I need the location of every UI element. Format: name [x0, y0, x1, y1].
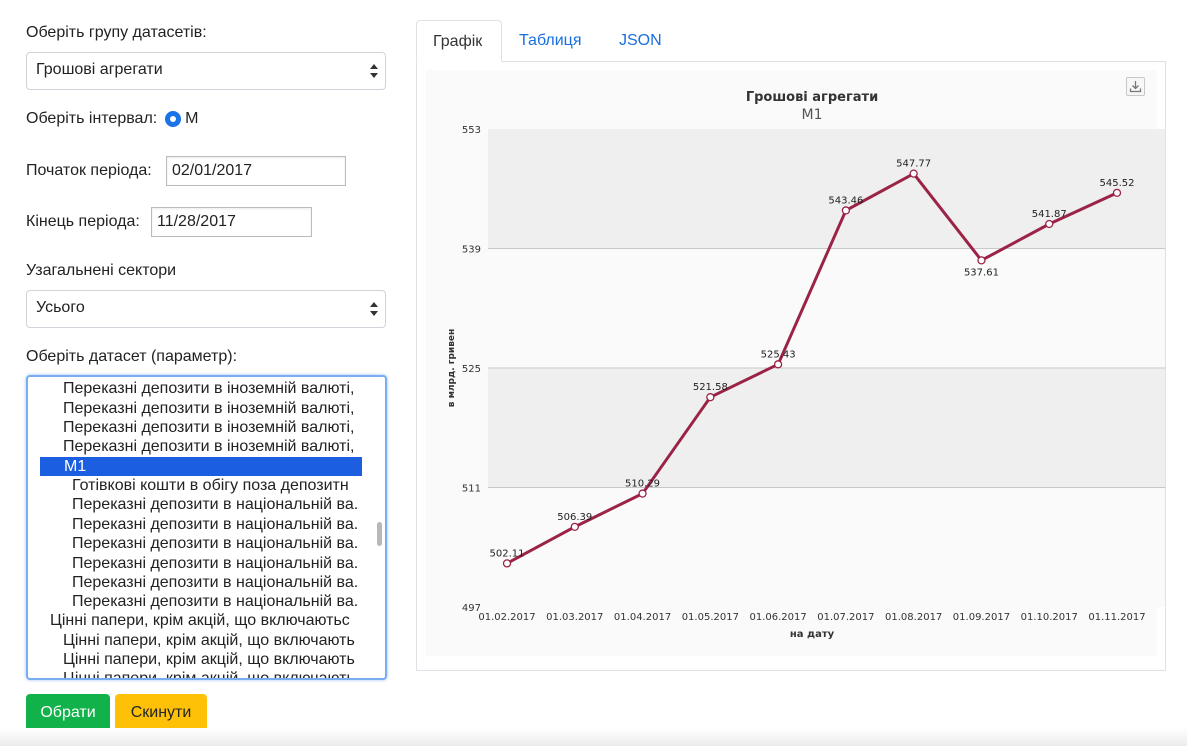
download-icon[interactable] — [1126, 77, 1145, 96]
dataset-option[interactable]: Переказні депозити в національній ва. — [72, 573, 358, 592]
dataset-option[interactable]: Переказні депозити в іноземній валюті, — [63, 379, 354, 398]
start-label: Початок періода: — [26, 162, 152, 179]
dataset-option[interactable]: Переказні депозити в національній ва. — [72, 495, 358, 514]
tab-chart[interactable]: Графік — [416, 20, 502, 62]
bottom-shadow — [0, 728, 1187, 746]
dataset-option[interactable]: Переказні депозити в іноземній валюті, — [63, 437, 354, 456]
start-date-input[interactable]: 02/01/2017 — [166, 156, 346, 186]
dataset-option[interactable]: Переказні депозити в національній ва. — [72, 515, 358, 534]
dataset-option[interactable]: Переказні депозити в іноземній валюті, — [63, 418, 354, 437]
reset-button[interactable]: Скинути — [115, 694, 207, 732]
dataset-option[interactable]: Переказні депозити в національній ва. — [72, 554, 358, 573]
interval-label: Оберіть інтервал: М — [26, 110, 199, 127]
interval-radio-icon[interactable] — [164, 110, 181, 127]
group-select-value: Грошові агрегати — [36, 61, 163, 78]
dataset-option[interactable]: Переказні депозити в національній ва. — [72, 534, 358, 553]
sectors-select[interactable]: Усього — [26, 290, 386, 328]
dataset-option[interactable]: Цінні папери, крім акцій, що включають — [63, 631, 355, 650]
chart-background — [426, 70, 1157, 656]
chart-panel — [416, 61, 1166, 671]
dataset-option[interactable]: Переказні депозити в національній ва. — [72, 592, 358, 611]
sectors-label: Узагальнені сектори — [26, 262, 177, 279]
interval-option-label: М — [185, 110, 199, 127]
updown-arrows-icon — [370, 64, 378, 78]
sectors-select-value: Усього — [36, 299, 85, 316]
updown-arrows-icon — [370, 302, 378, 316]
download-icon-glyph — [1129, 81, 1142, 93]
end-label: Кінець періода: — [26, 213, 140, 230]
dataset-option[interactable]: Готівкові кошти в обігу поза депозитн — [72, 476, 349, 495]
group-label: Оберіть групу датасетів: — [26, 24, 207, 41]
dataset-label: Оберіть датасет (параметр): — [26, 348, 238, 365]
dataset-option[interactable]: Цінні папери, крім акцій, що включають — [63, 650, 355, 669]
dataset-option[interactable]: Переказні депозити в іноземній валюті, — [63, 399, 354, 418]
tab-table[interactable]: Таблиця — [519, 20, 582, 62]
dataset-option[interactable]: Цінні папери, крім акцій, що включаютьс — [50, 611, 350, 630]
dataset-option-selected[interactable]: М1 — [40, 457, 362, 476]
dataset-listbox[interactable]: Переказні депозити в іноземній валюті, П… — [26, 375, 387, 680]
tab-json[interactable]: JSON — [619, 20, 662, 62]
listbox-scrollbar[interactable] — [377, 522, 382, 546]
end-date-input[interactable]: 11/28/2017 — [151, 207, 312, 237]
group-select[interactable]: Грошові агрегати — [26, 52, 386, 90]
dataset-option[interactable]: Цінні папери, крім акцій, що включають — [63, 669, 355, 678]
submit-button[interactable]: Обрати — [26, 694, 110, 732]
